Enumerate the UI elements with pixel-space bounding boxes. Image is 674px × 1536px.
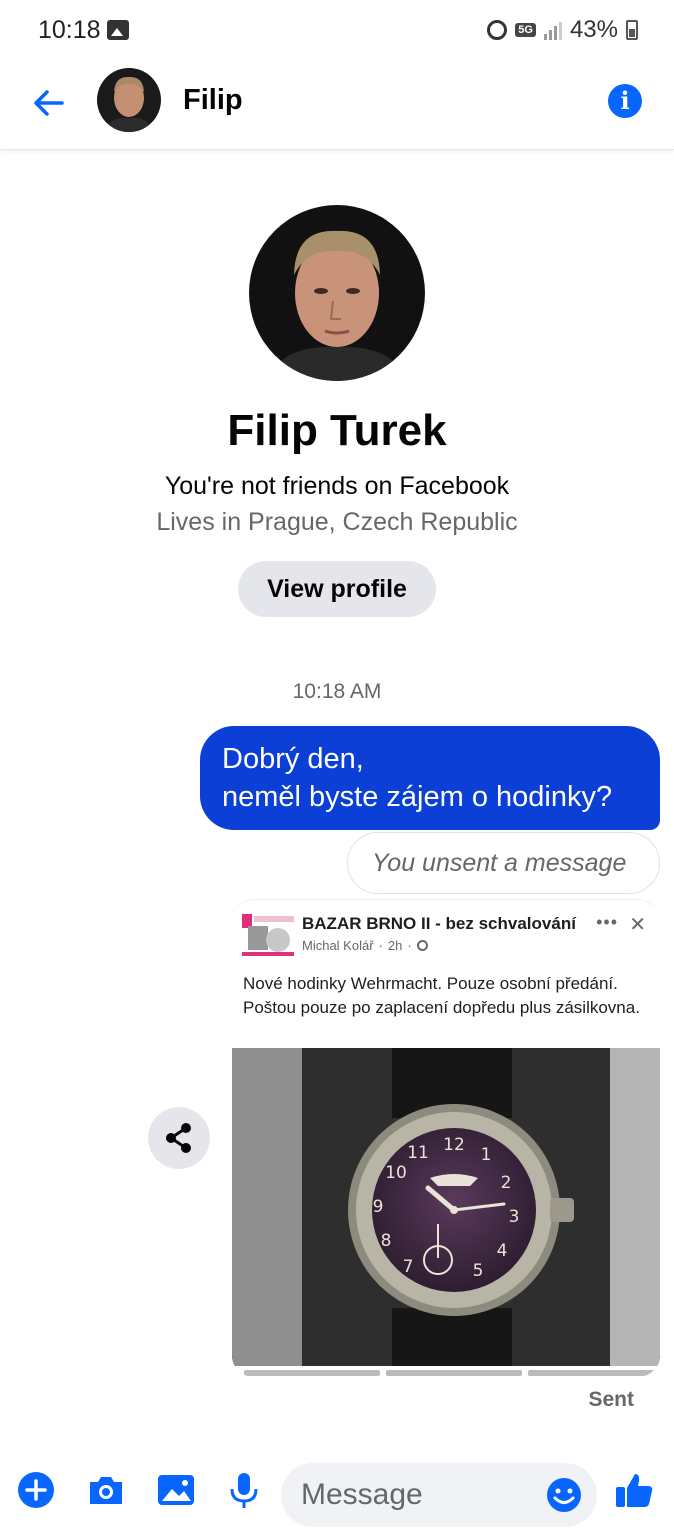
post-age: 2h	[387, 938, 403, 953]
svg-text:4: 4	[497, 1241, 508, 1261]
back-arrow-icon[interactable]	[28, 82, 70, 124]
message-line: Dobrý den,	[222, 743, 364, 775]
svg-text:11: 11	[407, 1143, 429, 1163]
unsent-message-notice[interactable]: You unsent a message	[347, 832, 660, 894]
profile-picture[interactable]	[249, 205, 425, 381]
contact-avatar[interactable]	[97, 68, 161, 132]
post-meta: Michal Kolář · 2h ·	[302, 938, 428, 953]
svg-text:3: 3	[509, 1207, 520, 1227]
delivery-status: Sent	[588, 1388, 634, 1411]
status-indicators: 5G 43%	[487, 16, 638, 44]
close-icon[interactable]: ✕	[629, 912, 646, 937]
friend-status: You're not friends on Facebook	[164, 472, 510, 500]
post-header: BAZAR BRNO II - bez schvalování Michal K…	[232, 900, 660, 960]
post-group-name[interactable]: BAZAR BRNO II - bez schvalování	[302, 914, 576, 934]
message-line: neměl byste zájem o hodinky?	[222, 781, 613, 813]
emoji-icon[interactable]	[545, 1476, 583, 1514]
plus-icon[interactable]	[14, 1468, 58, 1512]
network-type: 5G	[515, 23, 536, 37]
chat-header: Filip i	[0, 62, 674, 150]
outgoing-message-bubble[interactable]: Dobrý den, neměl byste zájem o hodinky?	[200, 726, 660, 830]
globe-icon	[416, 940, 428, 951]
svg-text:1: 1	[481, 1145, 492, 1165]
svg-text:12: 12	[443, 1135, 465, 1155]
view-profile-button[interactable]: View profile	[238, 561, 436, 617]
gallery-icon[interactable]	[154, 1468, 198, 1512]
signal-icon	[543, 20, 562, 40]
status-time: 10:18	[38, 16, 101, 44]
battery-percent: 43%	[569, 16, 618, 43]
post-author[interactable]: Michal Kolář	[302, 938, 374, 953]
svg-text:9: 9	[373, 1197, 384, 1217]
post-text: Nové hodinky Wehrmacht. Pouze osobní pře…	[243, 974, 640, 1017]
thumbs-up-icon[interactable]	[612, 1468, 656, 1512]
status-bar: 10:18 5G 43%	[0, 0, 674, 62]
more-options-icon[interactable]: •••	[596, 912, 618, 933]
svg-text:7: 7	[403, 1257, 414, 1277]
profile-full-name: Filip Turek	[227, 406, 447, 455]
photo-thumbnail-strip	[244, 1370, 660, 1376]
message-timestamp: 10:18 AM	[292, 680, 382, 703]
svg-text:10: 10	[385, 1163, 407, 1183]
svg-text:5: 5	[473, 1261, 484, 1281]
contact-name[interactable]: Filip	[183, 84, 243, 117]
camera-icon[interactable]	[84, 1468, 128, 1512]
share-icon[interactable]	[148, 1107, 210, 1169]
svg-text:8: 8	[381, 1231, 392, 1251]
gallery-notification-icon	[107, 20, 129, 40]
info-icon[interactable]: i	[608, 84, 642, 118]
alarm-icon	[487, 20, 508, 40]
profile-location: Lives in Prague, Czech Republic	[156, 508, 518, 536]
svg-text:2: 2	[501, 1173, 512, 1193]
battery-icon	[626, 20, 638, 40]
shared-post-card[interactable]: BAZAR BRNO II - bez schvalování Michal K…	[232, 899, 660, 1377]
watch-photo[interactable]: 12 1 2 3 4 5 7 8 9 10 11	[232, 1048, 660, 1366]
group-avatar	[240, 910, 296, 960]
message-composer	[0, 1450, 674, 1536]
microphone-icon[interactable]	[222, 1468, 266, 1512]
